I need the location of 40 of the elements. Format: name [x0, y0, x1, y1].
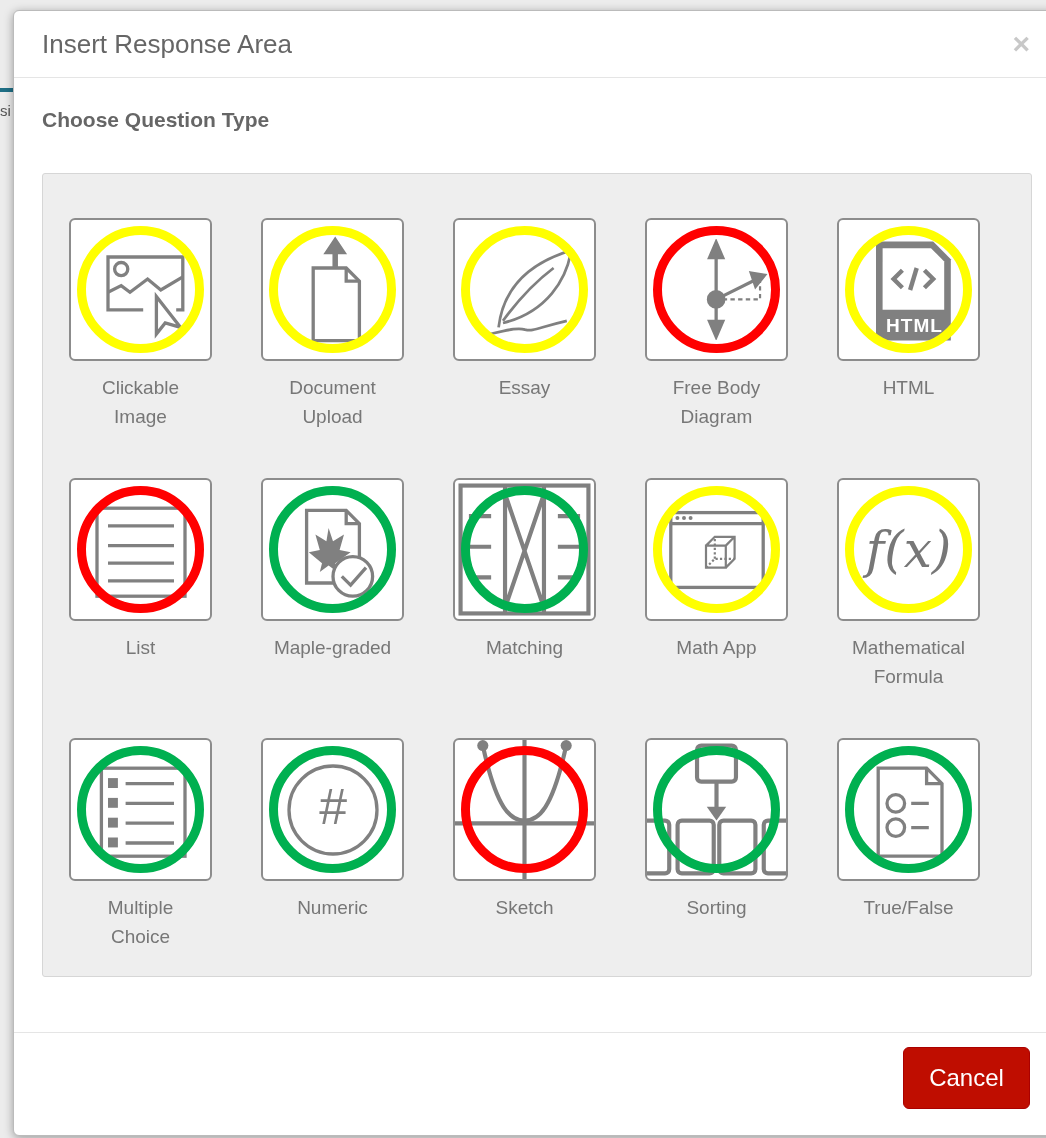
matching-columns-icon	[455, 480, 594, 619]
question-type-tile[interactable]	[453, 218, 596, 361]
question-type-tile[interactable]	[453, 478, 596, 621]
hash-text: #	[317, 781, 348, 832]
question-type-tile[interactable]	[645, 738, 788, 881]
question-type-tile[interactable]: f(x)	[837, 478, 980, 621]
cancel-button[interactable]: Cancel	[903, 1047, 1030, 1109]
sorting-boxes-icon	[647, 740, 786, 879]
question-type-tile[interactable]	[261, 478, 404, 621]
section-heading: Choose Question Type	[42, 108, 270, 132]
question-type-tile[interactable]: #	[261, 738, 404, 881]
question-type-label: Document Upload	[288, 376, 377, 429]
question-type-label: Sketch	[494, 896, 555, 920]
question-type-tile[interactable]: HTML	[837, 218, 980, 361]
html-text: HTML	[885, 314, 944, 337]
question-type-label: True/False	[862, 896, 955, 920]
question-type-label: List	[124, 636, 157, 660]
question-type-label: HTML	[881, 376, 936, 400]
question-type-label: Mathematical Formula	[851, 636, 966, 689]
question-type-label: Essay	[497, 376, 552, 400]
question-type-label: Multiple Choice	[106, 896, 175, 949]
question-type-tile[interactable]	[837, 738, 980, 881]
question-type-label: Free Body Diagram	[671, 376, 762, 429]
question-type-tile[interactable]	[69, 478, 212, 621]
question-type-label: Math App	[675, 636, 758, 660]
question-type-label: Clickable Image	[100, 376, 181, 429]
question-type-tile[interactable]	[69, 738, 212, 881]
force-vectors-icon	[705, 239, 768, 340]
question-type-label: Numeric	[296, 896, 369, 920]
question-type-tile[interactable]	[453, 738, 596, 881]
question-type-label: Sorting	[685, 896, 748, 920]
question-type-tile[interactable]	[261, 218, 404, 361]
dialog-title: Insert Response Area	[42, 28, 293, 60]
question-type-tile[interactable]	[645, 478, 788, 621]
background-text: si	[0, 102, 11, 119]
question-type-label: Maple-graded	[272, 636, 393, 660]
question-type-tile[interactable]	[69, 218, 212, 361]
question-type-tile[interactable]	[645, 218, 788, 361]
parabola-graph-icon	[455, 740, 594, 879]
question-type-label: Matching	[484, 636, 565, 660]
